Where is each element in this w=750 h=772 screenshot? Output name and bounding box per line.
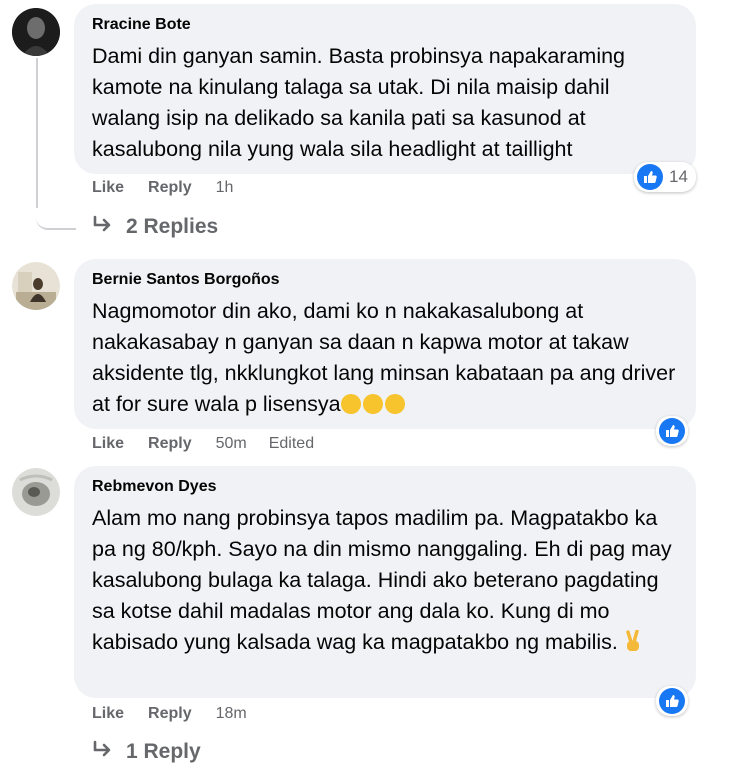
reaction-summary[interactable]	[656, 416, 688, 446]
thread-hook	[36, 180, 76, 230]
pensive-emoji	[340, 394, 361, 414]
like-icon	[637, 164, 663, 190]
replies-count-label: 2 Replies	[126, 215, 219, 238]
timestamp[interactable]: 1h	[216, 179, 234, 197]
avatar[interactable]	[12, 8, 60, 56]
timestamp[interactable]: 18m	[216, 705, 247, 723]
comment-bubble: Rebmevon Dyes Alam mo nang probinsya tap…	[74, 466, 696, 698]
comment-text: Nagmomotor din ako, dami ko n nakakasalu…	[92, 296, 678, 420]
edited-label[interactable]: Edited	[269, 435, 314, 453]
comment-text: Dami din ganyan samin. Basta probinsya n…	[92, 44, 626, 161]
comment-author[interactable]: Bernie Santos Borgoños	[92, 270, 678, 290]
comment-actions: Like Reply 50m Edited	[92, 435, 336, 453]
sad-emoji	[362, 394, 383, 414]
sad-emoji	[384, 394, 405, 414]
reply-arrow-icon	[92, 740, 114, 764]
reaction-summary[interactable]	[656, 686, 688, 716]
reaction-count: 14	[669, 167, 688, 186]
avatar-image	[12, 8, 60, 56]
comment-text-body: Nagmomotor din ako, dami ko n nakakasalu…	[92, 299, 676, 416]
comment-actions: Like Reply 18m	[92, 705, 269, 723]
replies-count-label: 1 Reply	[126, 740, 201, 763]
comment-author[interactable]: Rebmevon Dyes	[92, 477, 678, 497]
timestamp[interactable]: 50m	[216, 435, 247, 453]
comment-actions: Like Reply 1h	[92, 179, 255, 197]
victory-hand-emoji	[624, 629, 642, 652]
like-icon	[659, 688, 685, 714]
avatar[interactable]	[12, 468, 60, 516]
comment-bubble: Bernie Santos Borgoños Nagmomotor din ak…	[74, 259, 696, 429]
reaction-summary[interactable]: 14	[634, 162, 696, 192]
reply-arrow-icon	[92, 215, 114, 239]
avatar-image	[12, 262, 60, 310]
like-button[interactable]: Like	[92, 179, 124, 197]
comment-author[interactable]: Rracine Bote	[92, 15, 678, 35]
view-replies-link[interactable]: 1 Reply	[92, 740, 201, 764]
comment-bubble: Rracine Bote Dami din ganyan samin. Bast…	[74, 4, 696, 174]
reply-button[interactable]: Reply	[148, 179, 192, 197]
like-button[interactable]: Like	[92, 705, 124, 723]
comment-text: Alam mo nang probinsya tapos madilim pa.…	[92, 503, 678, 658]
reply-button[interactable]: Reply	[148, 705, 192, 723]
like-icon	[659, 418, 685, 444]
like-button[interactable]: Like	[92, 435, 124, 453]
avatar-image	[12, 468, 60, 516]
avatar[interactable]	[12, 262, 60, 310]
reply-button[interactable]: Reply	[148, 435, 192, 453]
view-replies-link[interactable]: 2 Replies	[92, 215, 218, 239]
comment-text-body: Alam mo nang probinsya tapos madilim pa.…	[92, 506, 672, 654]
